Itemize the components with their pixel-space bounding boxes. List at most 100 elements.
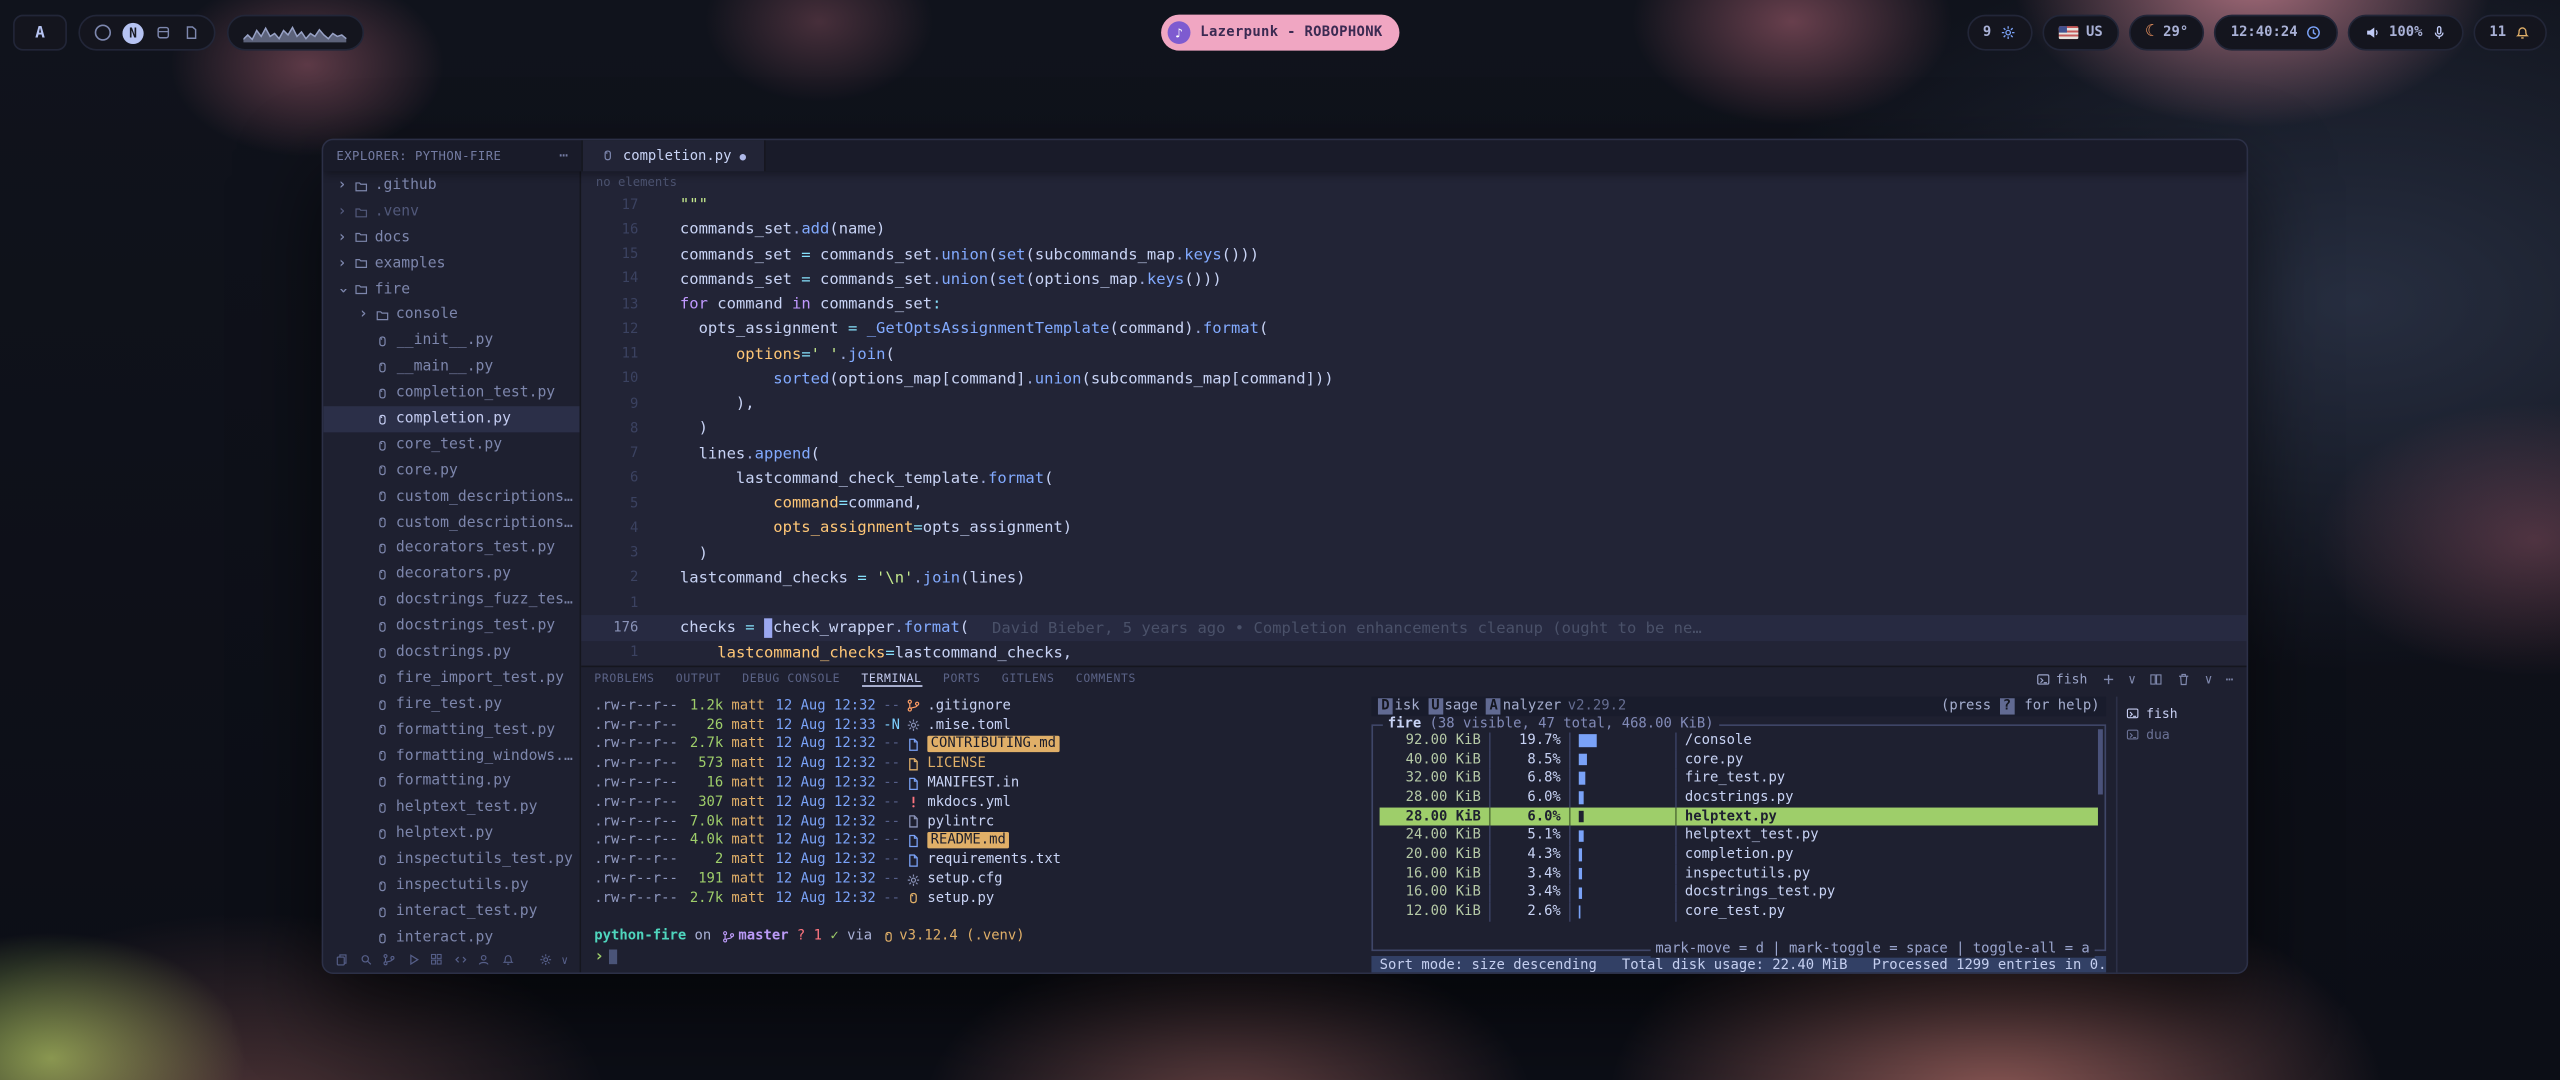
workspace-box-icon[interactable] — [155, 24, 171, 40]
tree-item[interactable]: fire_import_test.py — [323, 665, 579, 691]
scrollbar[interactable] — [2098, 729, 2103, 794]
code-line[interactable]: 11 options=' '.join( — [581, 342, 2246, 367]
code-line[interactable]: 6 lastcommand_check_template.format( — [581, 466, 2246, 491]
more-actions-icon[interactable]: ⋯ — [559, 148, 568, 164]
terminal-dua[interactable]: Disk Usage Analyzer v2.29.2 (press ? for… — [1371, 697, 2106, 974]
extensions-icon[interactable] — [429, 953, 443, 967]
panel-tab[interactable]: DEBUG CONSOLE — [742, 672, 840, 685]
tree-item[interactable]: completion_test.py — [323, 380, 579, 406]
tree-item[interactable]: › .github — [323, 173, 579, 199]
system-graph-widget[interactable] — [227, 15, 364, 51]
prompt-input-line[interactable]: › — [594, 947, 1365, 966]
dua-row[interactable]: 20.00 KiB 4.3% completion.py — [1380, 845, 2098, 864]
workspace-ring-icon[interactable] — [95, 24, 111, 40]
tree-item[interactable]: inspectutils.py — [323, 873, 579, 899]
code-line[interactable]: 10 sorted(options_map[command].union(sub… — [581, 367, 2246, 392]
panel-tab[interactable]: COMMENTS — [1076, 672, 1136, 685]
code-line[interactable]: 12 opts_assignment = _GetOptsAssignmentT… — [581, 317, 2246, 342]
tree-item[interactable]: completion.py — [323, 406, 579, 432]
code-line[interactable]: 17 """ — [581, 193, 2246, 218]
account-icon[interactable] — [477, 953, 491, 967]
tree-item[interactable]: docstrings.py — [323, 640, 579, 666]
code-line[interactable]: 8 ) — [581, 416, 2246, 441]
code-line[interactable]: 3 ) — [581, 541, 2246, 566]
launcher-button[interactable]: A — [13, 15, 67, 51]
code-line[interactable]: 16 commands_set.add(name) — [581, 217, 2246, 242]
code-line[interactable]: 15 commands_set = commands_set.union(set… — [581, 242, 2246, 267]
audio-widget[interactable]: 100% — [2348, 15, 2463, 51]
dua-file-list[interactable]: fire (38 visible, 47 total, 468.00 KiB) … — [1371, 724, 2106, 951]
tree-item[interactable]: core_test.py — [323, 432, 579, 458]
keyboard-layout-widget[interactable]: US — [2042, 15, 2119, 51]
explorer-icon[interactable] — [335, 953, 349, 967]
notifications-widget[interactable]: 11 — [2473, 15, 2547, 51]
split-terminal-icon[interactable] — [2149, 671, 2164, 686]
tree-item[interactable]: interact_test.py — [323, 899, 579, 925]
tree-item[interactable]: › .venv — [323, 199, 579, 225]
panel-tab[interactable]: GITLENS — [1002, 672, 1055, 685]
tree-item[interactable]: custom_descriptions.py — [323, 510, 579, 536]
dua-row[interactable]: 16.00 KiB 3.4% inspectutils.py — [1380, 864, 2098, 883]
code-line[interactable]: 9 ), — [581, 392, 2246, 417]
tree-item[interactable]: interact.py — [323, 925, 579, 948]
modified-dot-icon[interactable]: ● — [740, 149, 746, 162]
tree-item[interactable]: formatting_test.py — [323, 717, 579, 743]
code-line[interactable]: 176 checks = check_wrapper.format(David … — [581, 615, 2246, 640]
terminal-session[interactable]: dua — [2126, 724, 2237, 745]
tree-item[interactable]: core.py — [323, 458, 579, 484]
tree-item[interactable]: docstrings_fuzz_test.py — [323, 588, 579, 614]
chevron-down-icon[interactable]: ∨ — [561, 954, 568, 967]
panel-tab[interactable]: TERMINAL — [861, 671, 921, 686]
tree-item[interactable]: › docs — [323, 225, 579, 251]
tree-item[interactable]: helptext_test.py — [323, 795, 579, 821]
search-icon[interactable] — [358, 953, 372, 967]
profile-dropdown-icon[interactable]: ∨ — [2128, 671, 2136, 686]
workspace-active[interactable]: N — [122, 22, 143, 43]
new-terminal-icon[interactable] — [2100, 671, 2115, 686]
tree-item[interactable]: __main__.py — [323, 354, 579, 380]
weather-widget[interactable]: ☾ 29° — [2129, 15, 2205, 51]
hide-panel-icon[interactable]: ∨ — [2205, 671, 2213, 686]
dua-row[interactable]: 32.00 KiB 6.8% fire_test.py — [1380, 769, 2098, 788]
notifications-icon[interactable] — [500, 953, 514, 967]
tree-item[interactable]: formatting_windows.py — [323, 743, 579, 769]
terminal-session[interactable]: fish — [2126, 703, 2237, 724]
tree-item[interactable]: › examples — [323, 251, 579, 277]
run-debug-icon[interactable] — [406, 953, 420, 967]
dua-row[interactable]: 28.00 KiB 6.0% helptext.py — [1380, 807, 2098, 826]
breadcrumb[interactable]: no elements — [581, 171, 2246, 192]
tree-item[interactable]: › fire — [323, 277, 579, 303]
updates-widget[interactable]: 9 — [1967, 15, 2033, 51]
tab-completion-py[interactable]: completion.py ● — [581, 140, 765, 171]
tree-item[interactable]: docstrings_test.py — [323, 614, 579, 640]
dua-row[interactable]: 92.00 KiB 19.7% /console — [1380, 731, 2098, 750]
panel-tab[interactable]: PROBLEMS — [594, 672, 654, 685]
tree-item[interactable]: decorators.py — [323, 562, 579, 588]
clock-widget[interactable]: 12:40:24 — [2214, 15, 2338, 51]
code-editor[interactable]: 17 """ 16 commands_set.add(name) 15 comm… — [581, 193, 2246, 666]
code-line[interactable]: 5 command=command, — [581, 491, 2246, 516]
tree-item[interactable]: › console — [323, 303, 579, 329]
tree-item[interactable]: helptext.py — [323, 821, 579, 847]
now-playing-widget[interactable]: ♪ Lazerpunk - ROBOPHONK — [1161, 15, 1399, 51]
settings-gear-icon[interactable] — [539, 953, 553, 967]
remote-icon[interactable] — [453, 953, 467, 967]
dua-row[interactable]: 40.00 KiB 8.5% core.py — [1380, 750, 2098, 769]
kill-terminal-icon[interactable] — [2177, 671, 2192, 686]
code-line[interactable]: 4 opts_assignment=opts_assignment) — [581, 516, 2246, 541]
code-line[interactable]: 2 lastcommand_checks = '\n'.join(lines) — [581, 566, 2246, 591]
code-line[interactable]: 14 commands_set = commands_set.union(set… — [581, 267, 2246, 292]
dua-row[interactable]: 16.00 KiB 3.4% docstrings_test.py — [1380, 883, 2098, 902]
dua-row[interactable]: 28.00 KiB 6.0% docstrings.py — [1380, 788, 2098, 807]
tree-item[interactable]: decorators_test.py — [323, 536, 579, 562]
more-actions-icon[interactable]: ⋯ — [2226, 671, 2234, 686]
tree-item[interactable]: formatting.py — [323, 769, 579, 795]
tree-item[interactable]: __init__.py — [323, 328, 579, 354]
panel-tab[interactable]: OUTPUT — [676, 672, 721, 685]
terminal-fish[interactable]: .rw-r--r-- 1.2k matt 12 Aug 12:32 -- .gi… — [594, 697, 1365, 974]
workspace-file-icon[interactable] — [183, 24, 199, 40]
code-line[interactable]: 7 lines.append( — [581, 441, 2246, 466]
code-line[interactable]: 1 lastcommand_checks=lastcommand_checks, — [581, 640, 2246, 665]
dua-row[interactable]: 24.00 KiB 5.1% helptext_test.py — [1380, 826, 2098, 845]
code-line[interactable]: 13 for command in commands_set: — [581, 292, 2246, 317]
